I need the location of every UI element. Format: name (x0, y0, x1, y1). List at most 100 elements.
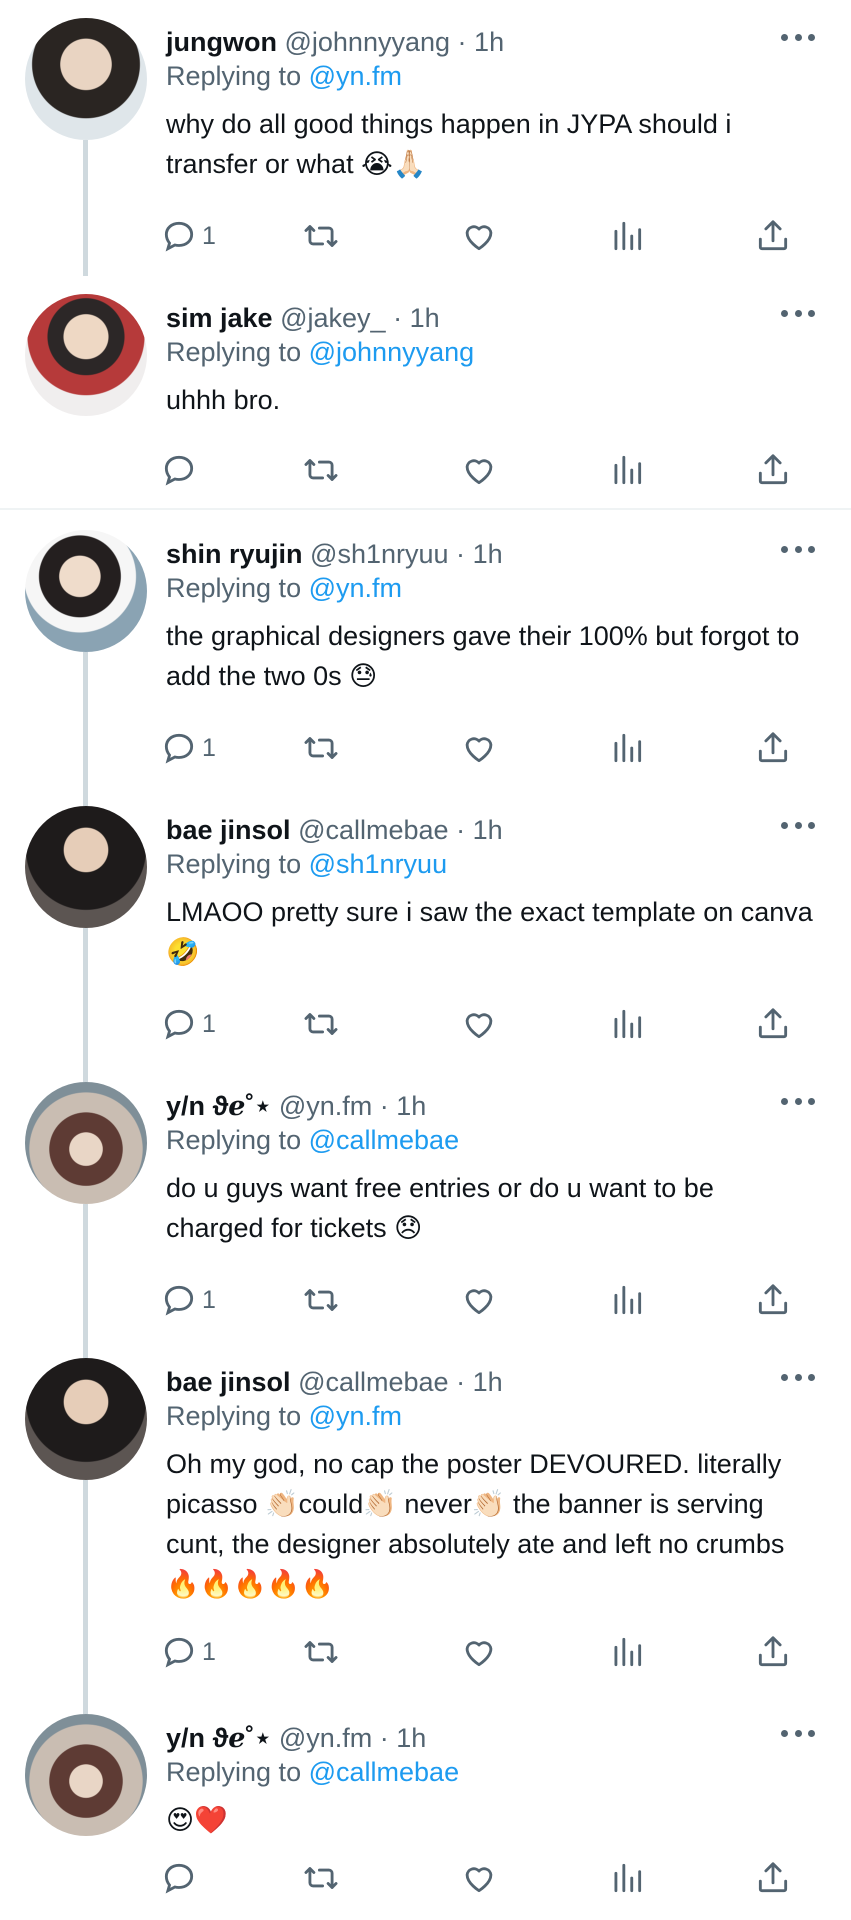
tweet-header: jungwon @johnnyyang · 1h (166, 24, 504, 60)
share-icon (758, 1284, 788, 1315)
tweet-header: y/n ϑℯ˚⋆ @yn.fm · 1h (166, 1720, 426, 1756)
avatar[interactable] (25, 530, 147, 652)
avatar[interactable] (25, 806, 147, 928)
views-button[interactable] (608, 1002, 646, 1046)
more-icon[interactable] (781, 814, 815, 836)
like-button[interactable] (460, 1278, 498, 1322)
share-icon (758, 1862, 788, 1893)
thread-line (83, 1064, 88, 1082)
mention-link[interactable]: @yn.fm (309, 573, 402, 603)
tweet[interactable]: y/n ϑℯ˚⋆ @yn.fm · 1h Replying to @callme… (0, 1064, 851, 1340)
reply-icon (164, 1285, 194, 1316)
views-button[interactable] (608, 726, 646, 770)
views-button[interactable] (608, 1856, 646, 1900)
more-icon[interactable] (781, 26, 815, 48)
mention-link[interactable]: @yn.fm (309, 61, 402, 91)
timestamp[interactable]: 1h (396, 1091, 426, 1121)
timestamp[interactable]: 1h (473, 539, 503, 569)
views-button[interactable] (608, 448, 646, 492)
reply-feed: jungwon @johnnyyang · 1h Replying to @yn… (0, 0, 851, 1920)
action-bar: 1 (160, 214, 810, 258)
reply-button[interactable]: 1 (160, 1630, 216, 1674)
user-handle[interactable]: @yn.fm (279, 1091, 372, 1121)
views-button[interactable] (608, 214, 646, 258)
mention-link[interactable]: @callmebae (309, 1757, 459, 1787)
timestamp[interactable]: 1h (473, 1367, 503, 1397)
share-button[interactable] (754, 1278, 792, 1322)
views-button[interactable] (608, 1630, 646, 1674)
retweet-button[interactable] (302, 448, 340, 492)
avatar[interactable] (25, 294, 147, 416)
tweet[interactable]: y/n ϑℯ˚⋆ @yn.fm · 1h Replying to @callme… (0, 1696, 851, 1920)
tweet[interactable]: sim jake @jakey_ · 1h Replying to @johnn… (0, 276, 851, 508)
reply-button[interactable] (160, 448, 202, 492)
retweet-button[interactable] (302, 214, 340, 258)
retweet-button[interactable] (302, 1630, 340, 1674)
display-name[interactable]: bae jinsol (166, 815, 291, 845)
user-handle[interactable]: @callmebae (298, 815, 448, 845)
more-icon[interactable] (781, 538, 815, 560)
display-name[interactable]: sim jake (166, 303, 273, 333)
like-button[interactable] (460, 214, 498, 258)
heart-icon (465, 225, 493, 251)
timestamp[interactable]: 1h (473, 815, 503, 845)
share-button[interactable] (754, 448, 792, 492)
retweet-button[interactable] (302, 726, 340, 770)
views-icon (614, 733, 642, 763)
like-button[interactable] (460, 448, 498, 492)
views-icon (614, 221, 642, 251)
timestamp[interactable]: 1h (474, 27, 504, 57)
share-button[interactable] (754, 214, 792, 258)
share-button[interactable] (754, 1856, 792, 1900)
tweet[interactable]: bae jinsol @callmebae · 1h Replying to @… (0, 788, 851, 1064)
retweet-button[interactable] (302, 1856, 340, 1900)
reply-button[interactable]: 1 (160, 726, 216, 770)
user-handle[interactable]: @jakey_ (280, 303, 385, 333)
timestamp[interactable]: 1h (396, 1723, 426, 1753)
tweet[interactable]: bae jinsol @callmebae · 1h Replying to @… (0, 1340, 851, 1696)
reply-button[interactable]: 1 (160, 1002, 216, 1046)
display-name[interactable]: bae jinsol (166, 1367, 291, 1397)
user-handle[interactable]: @sh1nryuu (310, 539, 448, 569)
avatar[interactable] (25, 1358, 147, 1480)
like-button[interactable] (460, 1002, 498, 1046)
tweet[interactable]: jungwon @johnnyyang · 1h Replying to @yn… (0, 0, 851, 276)
user-handle[interactable]: @johnnyyang (284, 27, 450, 57)
like-button[interactable] (460, 1630, 498, 1674)
avatar[interactable] (25, 1082, 147, 1204)
avatar[interactable] (25, 1714, 147, 1836)
more-icon[interactable] (781, 1366, 815, 1388)
tweet[interactable]: shin ryujin @sh1nryuu · 1h Replying to @… (0, 512, 851, 788)
display-name[interactable]: jungwon (166, 27, 277, 57)
timestamp[interactable]: 1h (410, 303, 440, 333)
share-button[interactable] (754, 1630, 792, 1674)
tweet-text: do u guys want free entries or do u want… (166, 1173, 714, 1243)
more-icon[interactable] (781, 1722, 815, 1744)
mention-link[interactable]: @sh1nryuu (309, 849, 447, 879)
display-name[interactable]: y/n ϑℯ˚⋆ (166, 1091, 271, 1121)
reply-button[interactable] (160, 1856, 202, 1900)
views-button[interactable] (608, 1278, 646, 1322)
reply-button[interactable]: 1 (160, 214, 216, 258)
reply-button[interactable]: 1 (160, 1278, 216, 1322)
more-icon[interactable] (781, 302, 815, 324)
more-icon[interactable] (781, 1090, 815, 1112)
avatar[interactable] (25, 18, 147, 140)
share-button[interactable] (754, 1002, 792, 1046)
retweet-button[interactable] (302, 1278, 340, 1322)
mention-link[interactable]: @yn.fm (309, 1401, 402, 1431)
mention-link[interactable]: @johnnyyang (309, 337, 475, 367)
mention-link[interactable]: @callmebae (309, 1125, 459, 1155)
tweet-text: the graphical designers gave their 100% … (166, 621, 800, 691)
user-handle[interactable]: @callmebae (298, 1367, 448, 1397)
like-button[interactable] (460, 1856, 498, 1900)
like-button[interactable] (460, 726, 498, 770)
retweet-button[interactable] (302, 1002, 340, 1046)
reply-icon (164, 1863, 194, 1894)
display-name[interactable]: y/n ϑℯ˚⋆ (166, 1723, 271, 1753)
display-name[interactable]: shin ryujin (166, 539, 303, 569)
user-handle[interactable]: @yn.fm (279, 1723, 372, 1753)
separator: · (379, 1091, 389, 1121)
views-icon (614, 1637, 642, 1667)
share-button[interactable] (754, 726, 792, 770)
